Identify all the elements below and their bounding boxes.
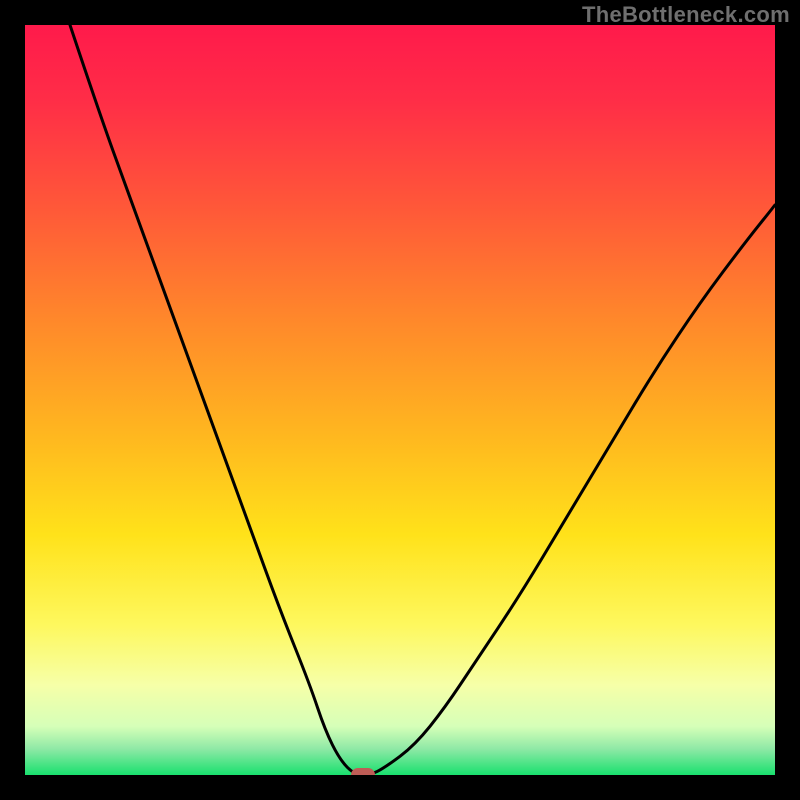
bottleneck-curve — [25, 25, 775, 775]
watermark-text: TheBottleneck.com — [582, 2, 790, 28]
optimal-marker — [351, 768, 375, 775]
plot-area — [25, 25, 775, 775]
chart-frame: TheBottleneck.com — [0, 0, 800, 800]
